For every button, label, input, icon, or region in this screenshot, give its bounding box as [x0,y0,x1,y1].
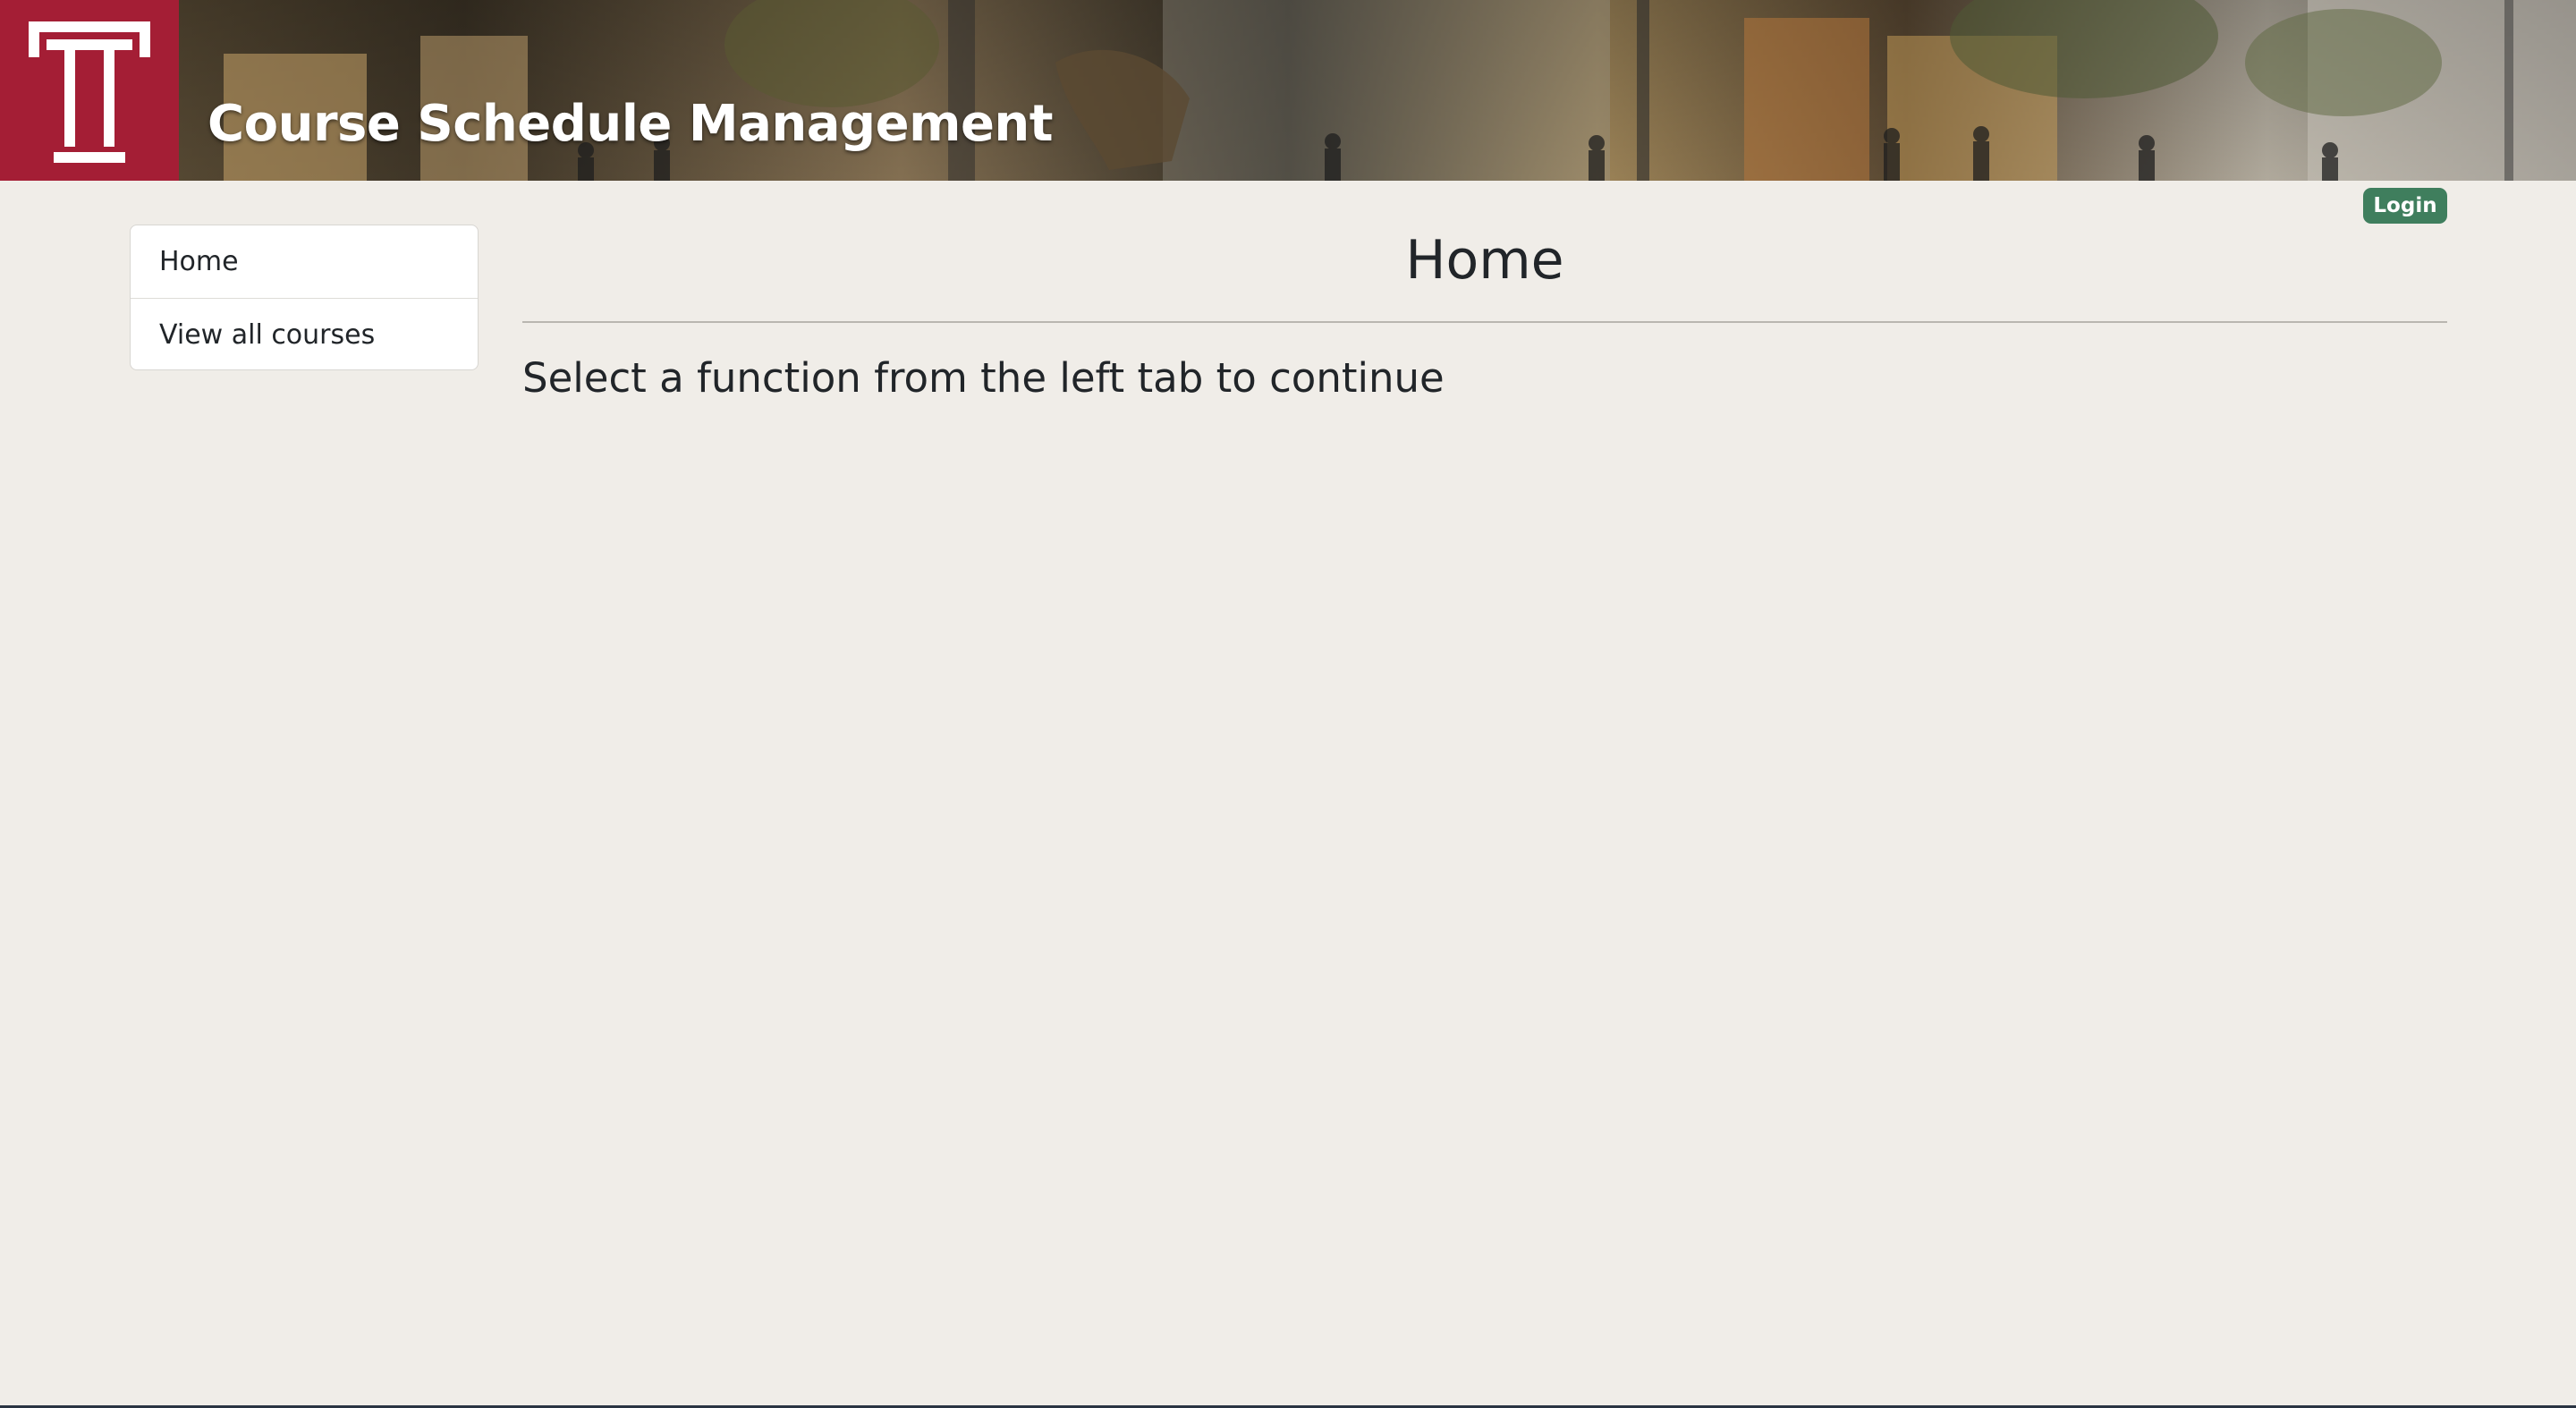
temple-logo[interactable] [0,0,179,181]
instruction-message: Select a function from the left tab to c… [522,354,1445,402]
sidebar-nav: Home View all courses [130,225,479,370]
sidebar-item-home[interactable]: Home [131,225,478,298]
title-divider [522,321,2447,323]
page-title: Home [1405,229,1564,292]
sidebar-item-view-all-courses[interactable]: View all courses [131,298,478,369]
temple-t-logo-icon [29,21,150,163]
login-button[interactable]: Login [2363,188,2447,224]
header-banner: Course Schedule Management [0,0,2576,181]
site-title: Course Schedule Management [208,94,1054,153]
